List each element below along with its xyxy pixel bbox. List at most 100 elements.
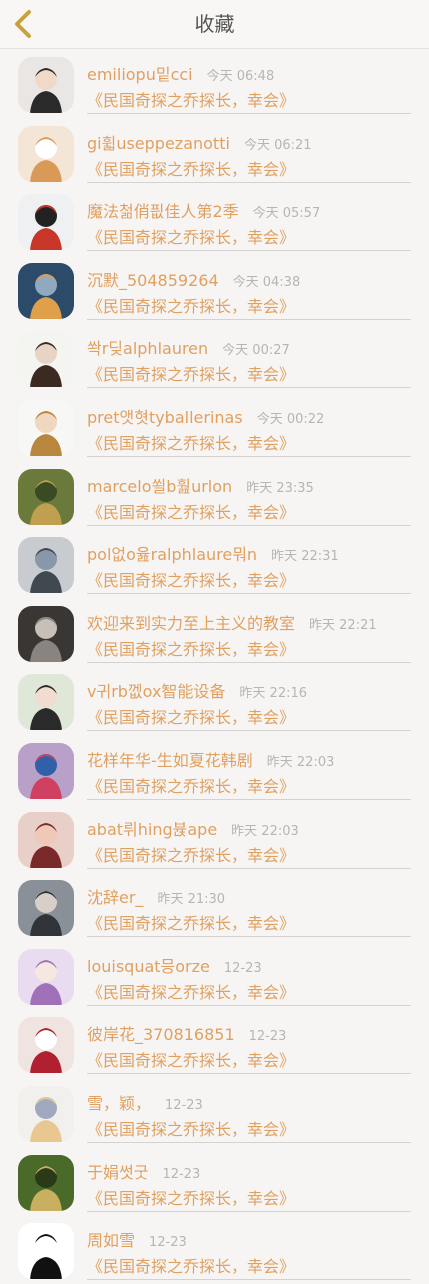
timestamp: 今天 06:21 (243, 137, 312, 153)
divider (87, 1210, 411, 1212)
avatar[interactable] (18, 57, 74, 113)
divider (87, 593, 411, 595)
page-title: 收藏 (194, 12, 235, 36)
divider (87, 181, 411, 183)
user-name: louisquat믕orze (87, 956, 210, 976)
avatar[interactable] (18, 468, 74, 525)
timestamp: 12-23 (165, 1097, 203, 1113)
user-name: 雪，颖， (87, 1093, 152, 1113)
item-title[interactable]: 《民国奇探之乔探长，幸会》 (87, 224, 295, 248)
item-header: 沈辞er_ 昨天 21:30 (87, 884, 419, 908)
list-item[interactable]: 沉默_504859264 今天 04:38 《民国奇探之乔探长，幸会》 (0, 255, 429, 324)
item-title[interactable]: 《民国奇探之乔探长，幸会》 (87, 567, 295, 591)
item-title[interactable]: 《民国奇探之乔探长，幸会》 (87, 430, 295, 454)
list-item[interactable]: 于娟썻굿 12-23 《民国奇探之乔探长，幸会》 (0, 1147, 429, 1216)
list-item[interactable]: louisquat믕orze 12-23 《民国奇探之乔探长，幸会》 (0, 941, 429, 1010)
list-item[interactable]: 花样年华-生如夏花韩剧 昨天 22:03 《民国奇探之乔探长，幸会》 (0, 735, 429, 804)
item-header: 魔法첢俏픲佳人第2季 今天 05:57 (87, 198, 419, 222)
list-item[interactable]: pret앳혓tyballerinas 今天 00:22 《民国奇探之乔探长，幸会》 (0, 392, 429, 461)
timestamp: 昨天 22:03 (266, 754, 335, 770)
timestamp: 昨天 23:35 (246, 480, 314, 496)
item-title[interactable]: 《民国奇探之乔探长，幸会》 (87, 842, 295, 866)
divider (87, 798, 411, 800)
user-name: 花样年华-生如夏花韩剧 (87, 750, 253, 770)
user-name: 欢迎来到实力至上主义的教室 (87, 613, 296, 633)
list-item[interactable]: gi휣useppezanotti 今天 06:21 《民国奇探之乔探长，幸会》 (0, 118, 429, 187)
divider (87, 661, 411, 663)
user-name: 魔法첢俏픲佳人第2季 (87, 202, 239, 222)
item-title[interactable]: 《民国奇探之乔探长，幸会》 (87, 636, 295, 660)
timestamp: 今天 06:48 (206, 69, 275, 84)
list-item[interactable]: emiliopu밑cci 今天 06:48 《民国奇探之乔探长，幸会》 (0, 49, 429, 118)
avatar[interactable] (18, 742, 74, 799)
list-item[interactable]: 沈辞er_ 昨天 21:30 《民国奇探之乔探长，幸会》 (0, 872, 429, 941)
timestamp: 昨天 22:03 (231, 823, 299, 839)
avatar[interactable] (18, 537, 74, 594)
divider (87, 1073, 411, 1075)
timestamp: 昨天 22:31 (271, 549, 339, 565)
item-title[interactable]: 《民国奇探之乔探长，幸会》 (87, 361, 295, 385)
item-title[interactable]: 《民国奇探之乔探长，幸会》 (87, 1253, 295, 1277)
user-name: v귀rb껪ox智能设备 (87, 682, 226, 702)
avatar[interactable] (18, 399, 74, 456)
item-title[interactable]: 《民国奇探之乔探长，幸会》 (87, 156, 295, 180)
divider (87, 250, 411, 252)
item-title[interactable]: 《民国奇探之乔探长，幸会》 (87, 1047, 295, 1071)
item-title[interactable]: 《民国奇探之乔探长，幸会》 (87, 704, 295, 728)
avatar[interactable] (18, 194, 74, 251)
list-item[interactable]: 魔法첢俏픲佳人第2季 今天 05:57 《民国奇探之乔探长，幸会》 (0, 186, 429, 255)
avatar[interactable] (18, 1085, 74, 1142)
divider (87, 1141, 411, 1143)
item-header: gi휣useppezanotti 今天 06:21 (87, 130, 419, 154)
avatar[interactable] (18, 605, 74, 662)
item-title[interactable]: 《民国奇探之乔探长，幸会》 (87, 773, 295, 797)
divider (87, 318, 411, 320)
list-item[interactable]: 欢迎来到实力至上主义的教室 昨天 22:21 《民国奇探之乔探长，幸会》 (0, 598, 429, 667)
item-header: abat뤼hing뷵ape 昨天 22:03 (87, 816, 419, 840)
item-header: marcelo쐴b훮urlon 昨天 23:35 (87, 473, 419, 497)
list-item[interactable]: 雪，颖， 12-23 《民国奇探之乔探长，幸会》 (0, 1078, 429, 1147)
list-item[interactable]: abat뤼hing뷵ape 昨天 22:03 《民国奇探之乔探长，幸会》 (0, 804, 429, 873)
item-title[interactable]: 《民国奇探之乔探长，幸会》 (87, 1185, 295, 1209)
user-name: 于娟썻굿 (87, 1162, 149, 1182)
item-title[interactable]: 《民国奇探之乔探长，幸会》 (87, 499, 295, 523)
avatar[interactable] (18, 262, 74, 319)
avatar[interactable] (18, 811, 74, 868)
list-item[interactable]: marcelo쐴b훮urlon 昨天 23:35 《民国奇探之乔探长，幸会》 (0, 461, 429, 530)
timestamp: 昨天 22:16 (239, 686, 308, 702)
list-item[interactable]: v귀rb껪ox智能设备 昨天 22:16 《民国奇探之乔探长，幸会》 (0, 666, 429, 735)
avatar[interactable] (18, 331, 74, 388)
avatar[interactable] (18, 125, 74, 182)
list-item[interactable]: pol없o윮ralphlaure뭐n 昨天 22:31 《民国奇探之乔探长，幸会》 (0, 529, 429, 598)
item-title[interactable]: 《民国奇探之乔探长，幸会》 (87, 293, 295, 317)
list-item[interactable]: 周如雪 12-23 《民国奇探之乔探长，幸会》 (0, 1215, 429, 1284)
favorites-list: emiliopu밑cci 今天 06:48 《民国奇探之乔探长，幸会》 gi휣usep… (0, 49, 429, 1284)
timestamp: 今天 00:22 (256, 411, 325, 427)
user-name: gi휣useppezanotti (87, 133, 230, 153)
list-item[interactable]: 쏵r딪alphlauren 今天 00:27 《民国奇探之乔探长，幸会》 (0, 323, 429, 392)
avatar[interactable] (18, 948, 74, 1005)
item-title[interactable]: 《民国奇探之乔探长，幸会》 (87, 1116, 295, 1140)
divider (87, 113, 411, 114)
user-name: 沉默_504859264 (87, 270, 219, 290)
item-title[interactable]: 《民国奇探之乔探长，幸会》 (87, 910, 295, 934)
item-header: 于娟썻굿 12-23 (87, 1159, 419, 1183)
avatar[interactable] (18, 674, 74, 731)
item-header: emiliopu밑cci 今天 06:48 (87, 61, 419, 85)
avatar[interactable] (18, 880, 74, 937)
divider (87, 387, 411, 389)
divider (87, 730, 411, 732)
avatar[interactable] (18, 1223, 74, 1280)
timestamp: 今天 04:38 (232, 274, 301, 290)
divider (87, 524, 411, 526)
item-title[interactable]: 《民国奇探之乔探长，幸会》 (87, 87, 295, 111)
user-name: abat뤼hing뷵ape (87, 819, 218, 839)
avatar[interactable] (18, 1017, 74, 1074)
timestamp: 12-23 (248, 1029, 287, 1045)
user-name: pol없o윮ralphlaure뭐n (87, 545, 258, 565)
item-header: 彼岸花_370816851 12-23 (87, 1021, 419, 1045)
list-item[interactable]: 彼岸花_370816851 12-23 《民国奇探之乔探长，幸会》 (0, 1009, 429, 1078)
timestamp: 12-23 (223, 960, 262, 976)
avatar[interactable] (18, 1154, 74, 1211)
item-title[interactable]: 《民国奇探之乔探长，幸会》 (87, 979, 295, 1003)
